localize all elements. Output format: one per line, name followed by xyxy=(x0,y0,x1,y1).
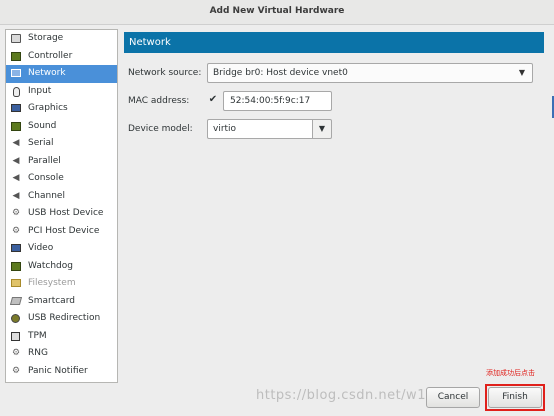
sidebar-item-input[interactable]: Input xyxy=(6,83,117,101)
disk-icon xyxy=(11,34,21,43)
network-source-dropdown[interactable]: Bridge br0: Host device vnet0 ▼ xyxy=(207,63,533,83)
sidebar-item-label: Channel xyxy=(28,190,65,201)
sidebar-item-parallel[interactable]: ◀ Parallel xyxy=(6,153,117,171)
sidebar-item-label: USB Host Device xyxy=(28,208,104,218)
folder-icon xyxy=(11,279,21,287)
sidebar-item-usb-redirection[interactable]: USB Redirection xyxy=(6,310,117,328)
sidebar-item-label: Filesystem xyxy=(28,278,76,288)
sidebar-item-watchdog[interactable]: Watchdog xyxy=(6,258,117,276)
network-settings-panel: Network Network source: Bridge br0: Host… xyxy=(124,32,544,139)
sidebar-item-serial[interactable]: ◀ Serial xyxy=(6,135,117,153)
sidebar-item-filesystem[interactable]: Filesystem xyxy=(6,275,117,293)
sidebar-item-label: Network xyxy=(28,68,66,78)
sidebar-item-label: Storage xyxy=(28,33,64,43)
sidebar-item-sound[interactable]: Sound xyxy=(6,118,117,136)
serial-port-icon: ◀ xyxy=(12,138,20,148)
sidebar-item-usb-host-device[interactable]: ⚙ USB Host Device xyxy=(6,205,117,223)
console-port-icon: ◀ xyxy=(12,173,20,183)
sidebar-item-label: Parallel xyxy=(28,155,61,166)
tpm-icon xyxy=(11,331,20,341)
device-model-row: Device model: virtio ▼ xyxy=(128,119,538,139)
device-model-dropdown-button[interactable]: ▼ xyxy=(313,119,332,139)
parallel-port-icon: ◀ xyxy=(12,155,20,166)
sidebar-item-label: Console xyxy=(28,173,64,183)
sidebar-item-label: PCI Host Device xyxy=(28,225,100,236)
usb-icon: ⚙ xyxy=(11,208,21,218)
usb-redirection-icon xyxy=(11,314,20,323)
device-model-input[interactable]: virtio xyxy=(207,119,313,139)
hardware-type-list: Storage Controller Network Input Graphic… xyxy=(5,29,118,383)
network-source-value: Bridge br0: Host device vnet0 xyxy=(213,68,348,78)
network-icon xyxy=(11,69,21,77)
sidebar-item-network[interactable]: Network xyxy=(6,65,117,83)
sidebar-item-label: Controller xyxy=(28,50,73,61)
mac-address-checkbox[interactable]: ✔ xyxy=(207,94,219,106)
sidebar-item-pci-host-device[interactable]: ⚙ PCI Host Device xyxy=(6,223,117,241)
network-source-row: Network source: Bridge br0: Host device … xyxy=(128,63,538,83)
mac-address-field[interactable]: 52:54:00:5f:9c:17 xyxy=(223,91,332,111)
mac-address-label: MAC address: xyxy=(128,96,190,106)
mac-address-row: MAC address: ✔ 52:54:00:5f:9c:17 xyxy=(128,91,538,111)
sidebar-item-label: Panic Notifier xyxy=(28,365,88,376)
sidebar-item-console[interactable]: ◀ Console xyxy=(6,170,117,188)
video-icon xyxy=(11,244,21,252)
dropdown-arrow-icon: ▼ xyxy=(318,124,326,133)
sidebar-item-graphics[interactable]: Graphics xyxy=(6,100,117,118)
sidebar-item-label: Sound xyxy=(28,120,57,131)
sidebar-item-panic-notifier[interactable]: ⚙ Panic Notifier xyxy=(6,363,117,381)
sidebar-item-label: Graphics xyxy=(28,103,68,113)
sidebar-item-label: Video xyxy=(28,243,54,253)
sidebar-item-label: RNG xyxy=(28,348,48,358)
channel-port-icon: ◀ xyxy=(12,190,20,201)
mouse-icon xyxy=(13,86,20,97)
sound-card-icon xyxy=(11,121,21,131)
annotation-note: 添加成功后点击 xyxy=(486,369,535,377)
sidebar-item-label: Input xyxy=(28,85,52,96)
device-model-label: Device model: xyxy=(128,124,193,134)
controller-icon xyxy=(11,51,21,61)
network-source-label: Network source: xyxy=(128,68,202,78)
sidebar-item-storage[interactable]: Storage xyxy=(6,30,117,48)
rng-icon: ⚙ xyxy=(11,348,21,358)
watchdog-icon xyxy=(11,261,21,271)
sidebar-item-label: Smartcard xyxy=(28,295,75,306)
smartcard-icon xyxy=(9,296,23,305)
finish-highlight-box xyxy=(485,384,545,411)
sidebar-item-label: Serial xyxy=(28,138,54,148)
sidebar-item-tpm[interactable]: TPM xyxy=(6,328,117,346)
sidebar-item-channel[interactable]: ◀ Channel xyxy=(6,188,117,206)
sidebar-item-controller[interactable]: Controller xyxy=(6,48,117,66)
cancel-button[interactable]: Cancel xyxy=(426,387,480,408)
window-title: Add New Virtual Hardware xyxy=(0,0,554,25)
sidebar-item-label: TPM xyxy=(28,330,47,341)
pci-icon: ⚙ xyxy=(11,225,21,236)
panic-notifier-icon: ⚙ xyxy=(11,365,21,376)
sidebar-item-label: Watchdog xyxy=(28,260,73,271)
sidebar-item-label: USB Redirection xyxy=(28,313,101,323)
sidebar-item-video[interactable]: Video xyxy=(6,240,117,258)
display-icon xyxy=(11,104,21,112)
section-title: Network xyxy=(124,32,544,53)
dropdown-arrow-icon: ▼ xyxy=(518,68,525,77)
sidebar-item-rng[interactable]: ⚙ RNG xyxy=(6,345,117,363)
sidebar-item-smartcard[interactable]: Smartcard xyxy=(6,293,117,311)
